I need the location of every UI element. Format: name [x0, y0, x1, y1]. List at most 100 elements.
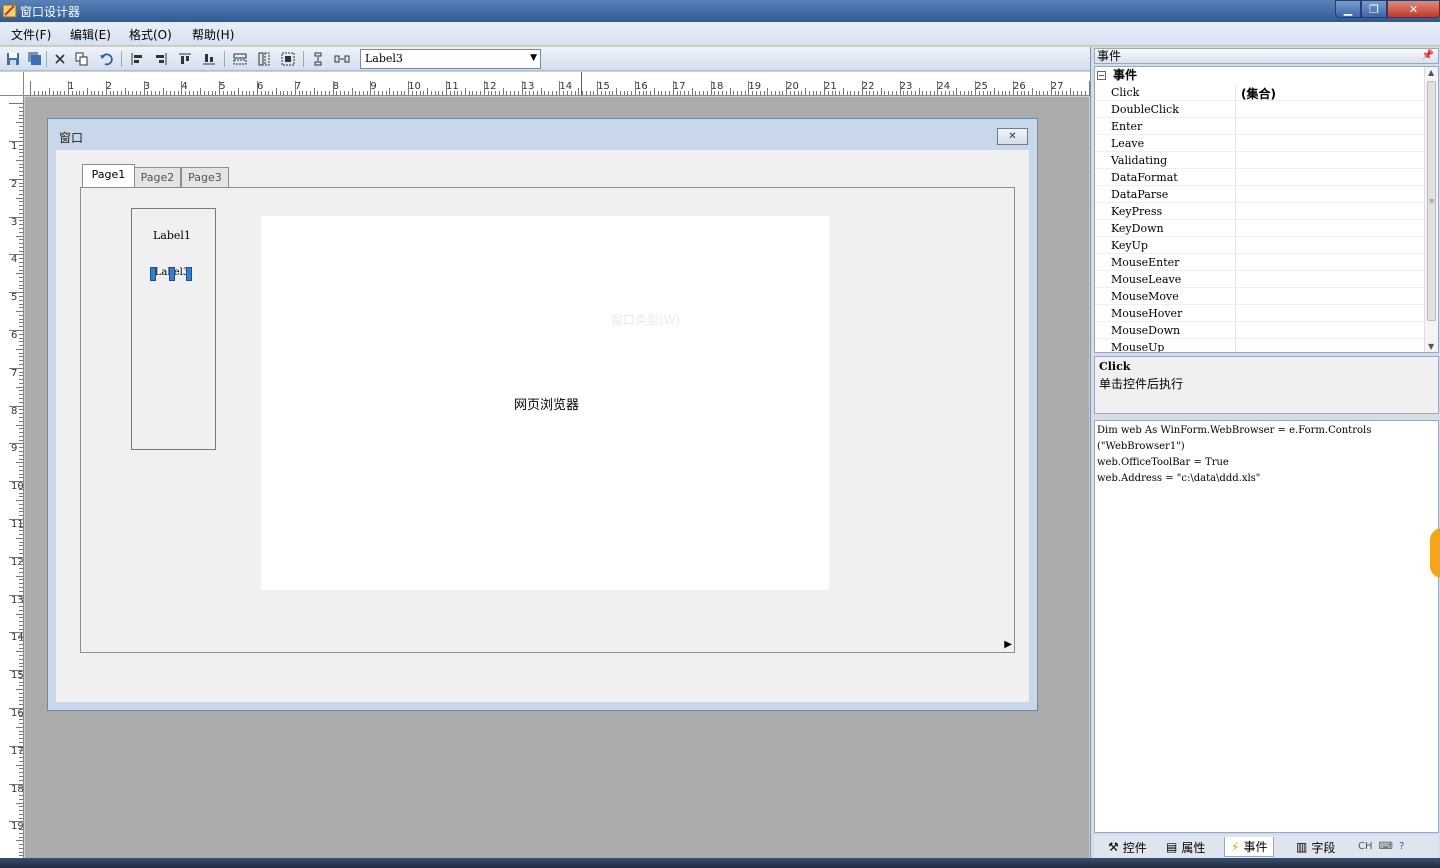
menu-format[interactable]: 格式(O) — [129, 26, 172, 43]
event-row[interactable]: MouseMove — [1095, 288, 1425, 305]
scroll-down-icon[interactable]: ▼ — [1428, 342, 1434, 351]
tab-page1[interactable]: Page1 — [82, 164, 135, 187]
ruler-label: 10 — [11, 481, 24, 493]
label3-control-selected[interactable]: Label3 — [150, 267, 192, 283]
tab-controls[interactable]: ⚒ 控件 — [1102, 837, 1153, 857]
event-row[interactable]: KeyDown — [1095, 220, 1425, 237]
language-indicator[interactable]: CH — [1358, 841, 1373, 852]
event-name: KeyDown — [1111, 222, 1164, 235]
resize-handle-right[interactable] — [186, 267, 192, 281]
collapse-icon[interactable]: − — [1097, 71, 1106, 80]
event-row[interactable]: Leave — [1095, 135, 1425, 152]
resize-handle-left[interactable] — [150, 267, 156, 281]
same-size-icon[interactable] — [279, 50, 297, 68]
copy-icon[interactable] — [73, 50, 91, 68]
event-row[interactable]: MouseEnter — [1095, 254, 1425, 271]
event-name: MouseMove — [1111, 290, 1179, 303]
event-name: DataParse — [1111, 188, 1169, 201]
tab-page3[interactable]: Page3 — [181, 167, 229, 187]
save-all-icon[interactable] — [26, 50, 44, 68]
ruler-corner — [0, 72, 24, 96]
ruler-label: 13 — [11, 594, 24, 606]
vertical-spacing-icon[interactable] — [309, 50, 327, 68]
designed-window-client[interactable]: Page1 Page2 Page3 Label1 Label3 窗口类型(W) … — [56, 150, 1029, 702]
keyboard-icon[interactable]: ⌨ — [1379, 841, 1393, 852]
event-value[interactable]: (集合) — [1241, 85, 1276, 102]
align-top-icon[interactable] — [176, 50, 194, 68]
event-row[interactable]: MouseLeave — [1095, 271, 1425, 288]
event-row[interactable]: DataParse — [1095, 186, 1425, 203]
web-browser-control[interactable]: 窗口类型(W) 网页浏览器 — [261, 216, 829, 590]
help-icon[interactable]: ? — [1399, 841, 1404, 852]
ruler-label: 16 — [11, 708, 24, 719]
delete-icon[interactable] — [51, 50, 69, 68]
event-row[interactable]: Enter — [1095, 118, 1425, 135]
designed-window-close-icon: ✕ — [997, 128, 1028, 145]
browser-ghost-text: 窗口类型(W) — [611, 313, 681, 327]
undo-icon[interactable] — [97, 50, 115, 68]
same-height-icon[interactable] — [255, 50, 273, 68]
event-description: Click 单击控件后执行 — [1094, 356, 1439, 414]
ruler-label: 18 — [11, 783, 24, 795]
code-editor[interactable]: Dim web As WinForm.WebBrowser = e.Form.C… — [1094, 420, 1439, 833]
designed-window[interactable]: 窗口 ✕ Page1 Page2 Page3 Label1 Label3 窗口类… — [47, 118, 1038, 711]
ruler-label: 12 — [11, 556, 24, 568]
event-name: MouseUp — [1111, 341, 1165, 353]
description-text: 单击控件后执行 — [1099, 377, 1184, 391]
minimize-button[interactable]: ▁ — [1335, 0, 1361, 18]
event-row[interactable]: MouseHover — [1095, 305, 1425, 322]
tab-fields[interactable]: ▥ 字段 — [1290, 837, 1341, 857]
same-width-icon[interactable] — [231, 50, 249, 68]
event-row[interactable]: Validating — [1095, 152, 1425, 169]
pin-icon[interactable]: 📌 — [1422, 49, 1434, 63]
floating-widget[interactable] — [1430, 528, 1440, 578]
tab-events[interactable]: ⚡ 事件 — [1224, 837, 1275, 857]
maximize-button[interactable]: ❐ — [1361, 0, 1387, 18]
event-name: MouseEnter — [1111, 256, 1180, 269]
app-icon — [2, 4, 17, 18]
control-selector-dropdown[interactable]: Label3 ▼ — [360, 49, 541, 69]
event-name: DataFormat — [1111, 171, 1178, 184]
event-row[interactable]: Click (集合) — [1095, 84, 1425, 101]
event-grid[interactable]: − 事件 Click (集合) DoubleClick Enter Leave Valid… — [1094, 66, 1439, 353]
tab-properties[interactable]: ▤ 属性 — [1160, 837, 1211, 857]
ruler-label: 14 — [11, 632, 24, 644]
panel-header: 事件 📌 — [1094, 48, 1439, 64]
menu-help[interactable]: 帮助(H) — [192, 26, 234, 43]
event-row[interactable]: KeyUp — [1095, 237, 1425, 254]
event-name: KeyUp — [1111, 239, 1148, 252]
scroll-up-icon[interactable]: ▲ — [1428, 68, 1434, 77]
label1-control[interactable]: Label1 — [153, 229, 191, 242]
scroll-right-icon[interactable]: ▶ — [1004, 639, 1012, 650]
event-row[interactable]: MouseUp — [1095, 339, 1425, 353]
ruler-label: 19 — [11, 821, 24, 833]
ruler-label: 15 — [11, 670, 24, 682]
align-left-icon[interactable] — [128, 50, 146, 68]
description-title: Click — [1099, 360, 1131, 373]
panel-header-title: 事件 — [1097, 49, 1122, 63]
event-row[interactable]: KeyPress — [1095, 203, 1425, 220]
align-bottom-icon[interactable] — [200, 50, 218, 68]
event-row[interactable]: DoubleClick — [1095, 101, 1425, 118]
menu-edit[interactable]: 编辑(E) — [70, 26, 111, 43]
tab-page-content[interactable]: Label1 Label3 窗口类型(W) 网页浏览器 ▶ — [80, 187, 1015, 653]
chevron-down-icon: ▼ — [530, 53, 537, 63]
close-button[interactable]: ✕ — [1387, 0, 1440, 18]
fields-icon: ▥ — [1296, 840, 1308, 854]
event-row[interactable]: DataFormat — [1095, 169, 1425, 186]
event-name: DoubleClick — [1111, 103, 1179, 116]
ruler-label: 8 — [11, 405, 18, 417]
menu-file[interactable]: 文件(F) — [11, 26, 51, 43]
event-category[interactable]: − 事件 — [1095, 67, 1425, 84]
tab-page2[interactable]: Page2 — [134, 167, 181, 187]
event-row[interactable]: MouseDown — [1095, 322, 1425, 339]
align-right-icon[interactable] — [152, 50, 170, 68]
wrench-icon: ⚒ — [1108, 840, 1119, 854]
resize-handle-middle[interactable] — [169, 267, 175, 281]
event-grid-scrollbar[interactable]: ▲ ≡ ▼ — [1424, 67, 1438, 352]
horizontal-spacing-icon[interactable] — [333, 50, 351, 68]
properties-icon: ▤ — [1166, 840, 1178, 854]
group-box[interactable]: Label1 Label3 — [131, 208, 216, 450]
ruler-label: 17 — [11, 745, 24, 757]
save-icon[interactable] — [4, 50, 22, 68]
